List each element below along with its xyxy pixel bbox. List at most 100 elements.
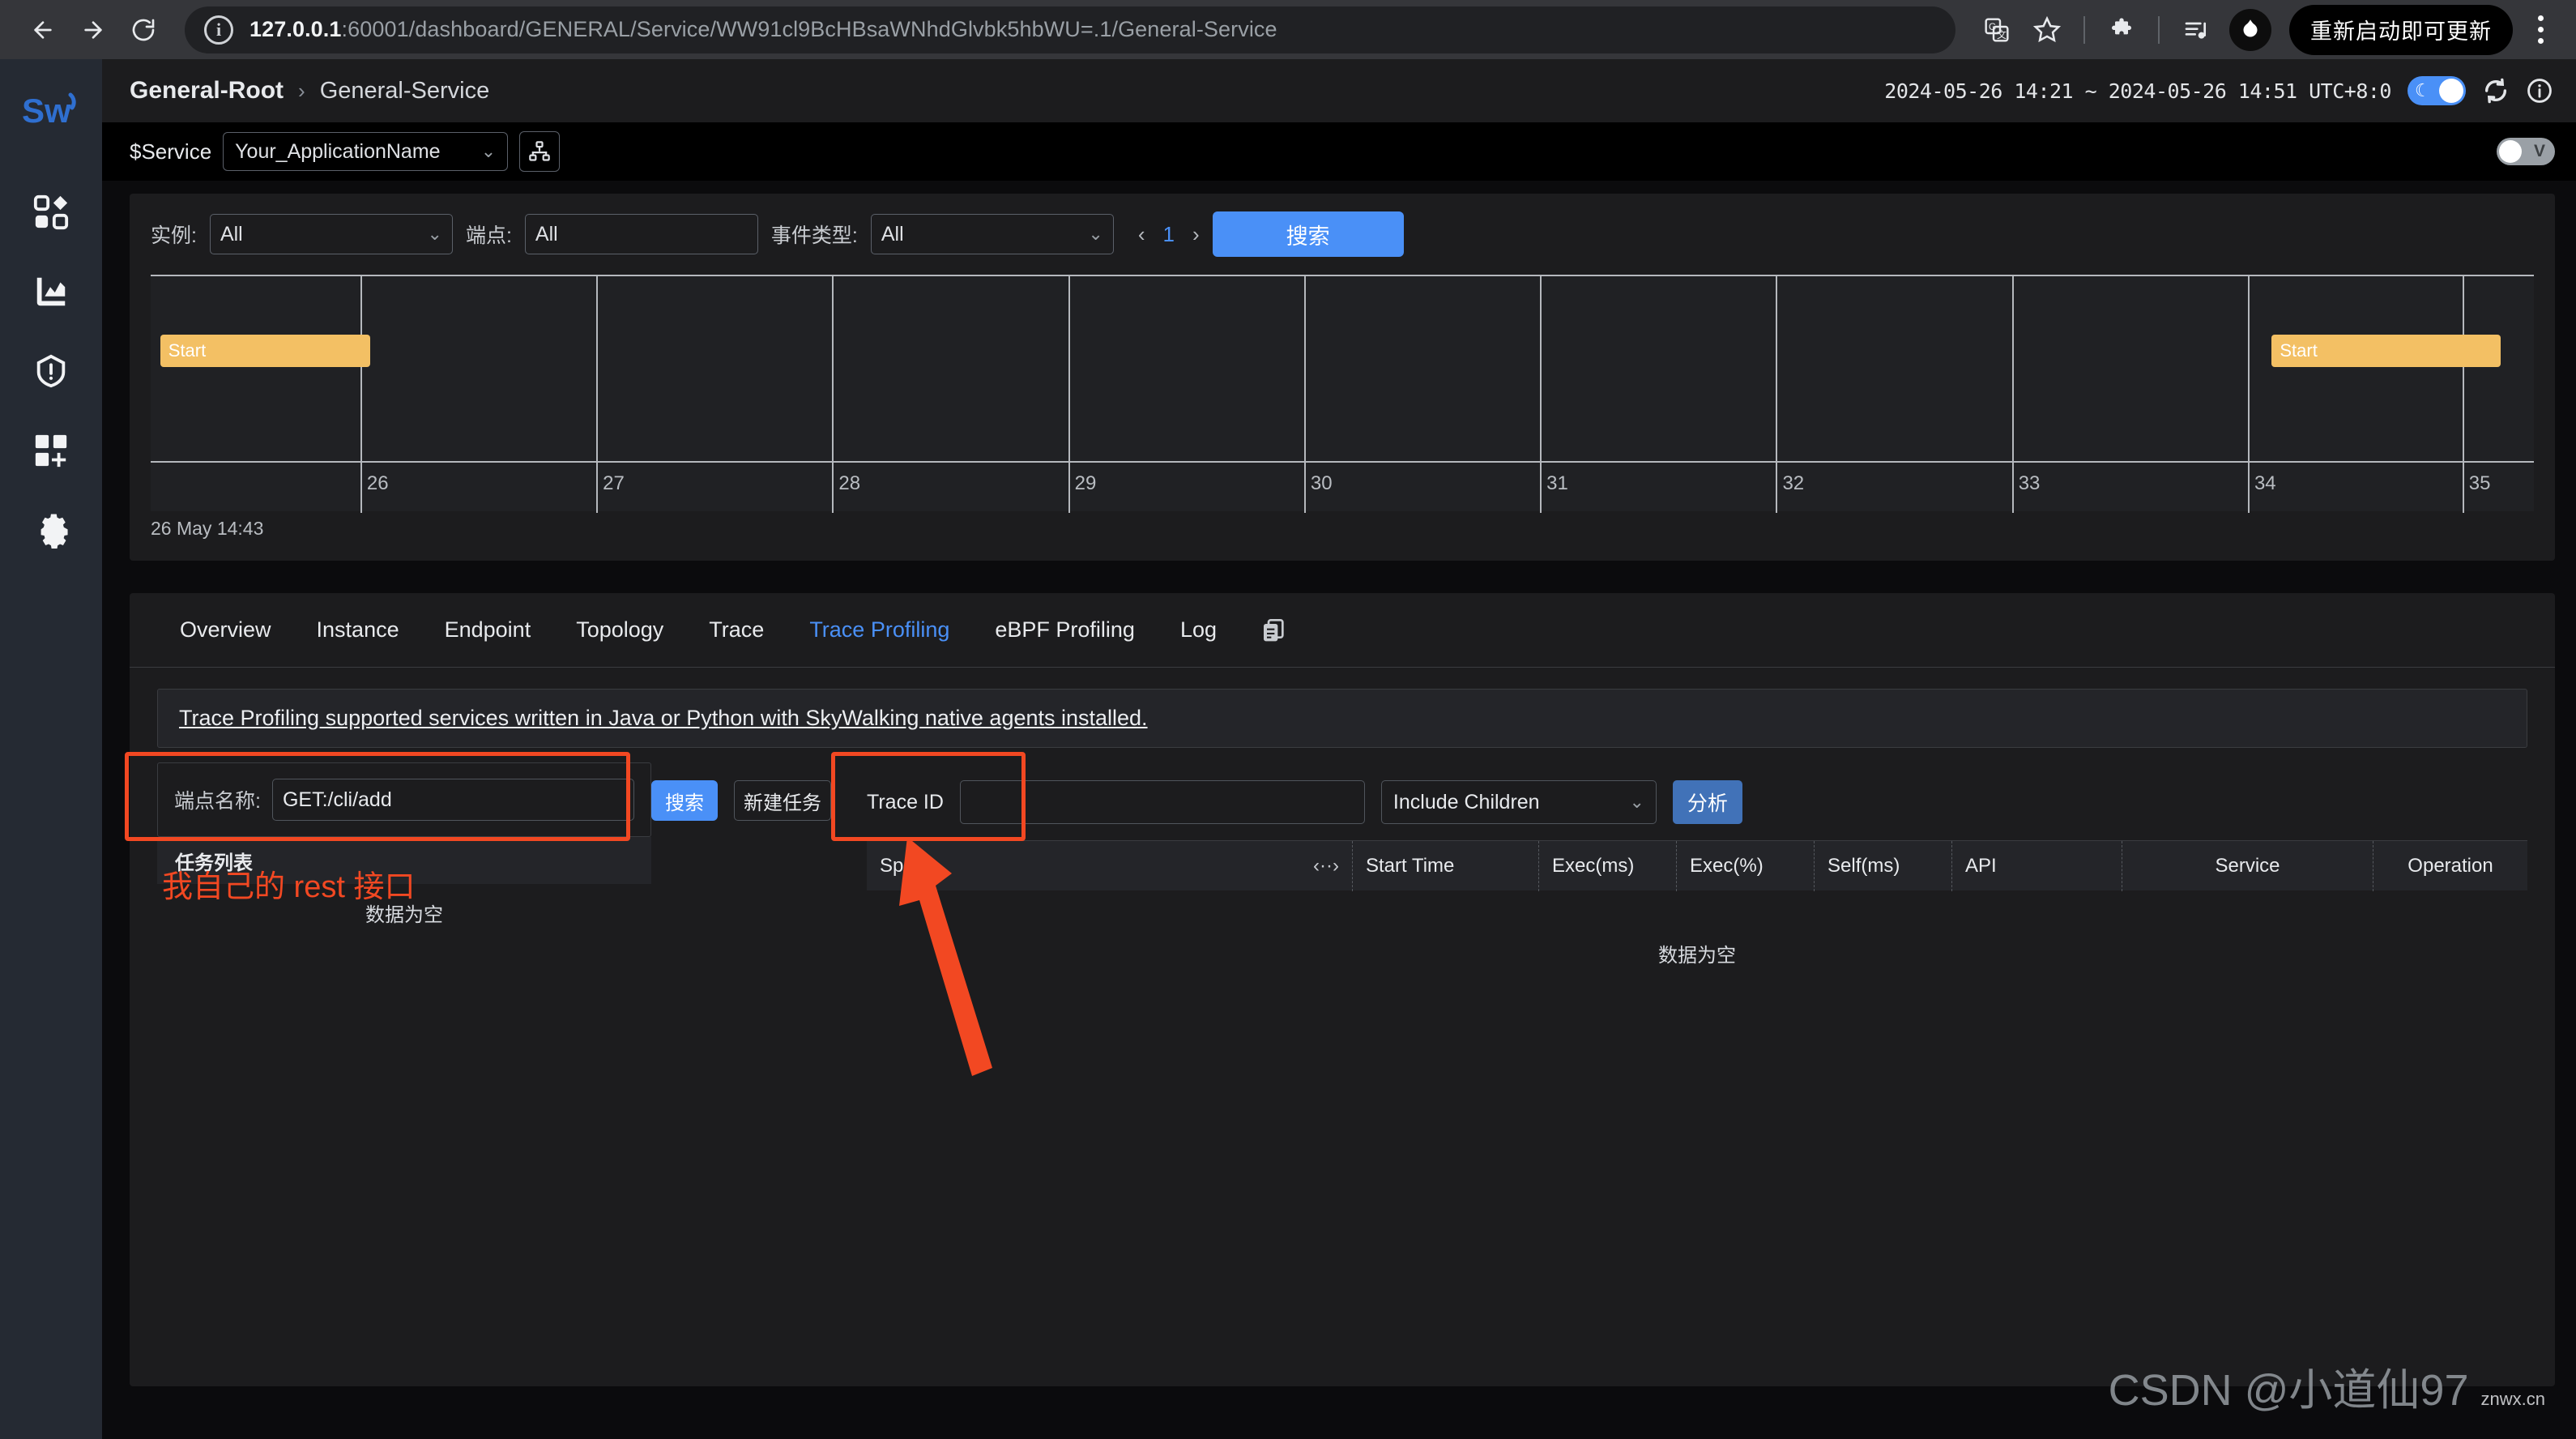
current-page[interactable]: 1 [1163, 222, 1175, 247]
svg-text:Sw: Sw [22, 92, 71, 130]
analyze-button[interactable]: 分析 [1672, 780, 1742, 824]
gantt-tick-label: 32 [1782, 472, 1805, 494]
events-search-button[interactable]: 搜索 [1212, 211, 1404, 257]
trace-id-input[interactable] [959, 780, 1365, 824]
tab-log[interactable]: Log [1158, 593, 1239, 668]
extensions-button[interactable] [2098, 6, 2145, 53]
topology-button[interactable] [519, 131, 561, 172]
service-toggle-letter: V [2533, 142, 2545, 160]
prev-page-button[interactable]: ‹ [1138, 222, 1145, 247]
breadcrumb-leaf[interactable]: General-Service [320, 78, 490, 105]
tab-topology[interactable]: Topology [553, 593, 686, 668]
info-circle-icon [2527, 79, 2552, 103]
playlist-button[interactable] [2173, 6, 2220, 53]
time-range-picker[interactable]: 2024-05-26 14:21 ~ 2024-05-26 14:51 UTC+… [1884, 79, 2391, 103]
tab-trace[interactable]: Trace [686, 593, 787, 668]
column-header-start-time[interactable]: Start Time [1353, 840, 1539, 891]
gantt-gridline [596, 276, 599, 461]
address-bar[interactable]: i 127.0.0.1:60001/dashboard/GENERAL/Serv… [185, 6, 1955, 53]
service-select-value: Your_ApplicationName [235, 139, 441, 163]
dashboard-grid-icon [33, 194, 69, 230]
endpoint-filter-select[interactable]: All [524, 214, 758, 254]
forward-arrow-icon [84, 20, 102, 39]
translate-button[interactable]: G 文 [1973, 6, 2020, 53]
tab-trace-profiling[interactable]: Trace Profiling [787, 593, 972, 668]
gantt-axis-tickline [2011, 463, 2014, 513]
profile-button[interactable] [2229, 8, 2271, 51]
gantt-gridline [360, 276, 362, 461]
instance-filter-select[interactable]: All ⌄ [209, 214, 453, 254]
column-header-self-ms[interactable]: Self(ms) [1815, 840, 1952, 891]
sidebar-item-alarm[interactable] [0, 331, 102, 411]
sidebar-item-marketplace[interactable] [0, 411, 102, 490]
update-button[interactable]: 重新启动即可更新 [2289, 4, 2513, 55]
skywalking-logo[interactable]: Sw [0, 74, 102, 148]
refresh-button[interactable] [2482, 77, 2510, 105]
chevron-down-icon: ⌄ [1088, 224, 1103, 244]
gantt-bar[interactable]: Start [2271, 335, 2501, 367]
events-panel: 实例: All ⌄ 端点: All 事件类型: All ⌄ ‹ 1 › 搜索 S… [130, 194, 2555, 561]
trace-id-row: Trace ID Include Children ⌄ 分析 [867, 762, 2527, 840]
sidebar-item-dashboard[interactable] [0, 173, 102, 252]
info-button[interactable] [2526, 77, 2553, 105]
forward-button[interactable] [68, 5, 118, 55]
tab-endpoint[interactable]: Endpoint [422, 593, 554, 668]
endpoint-filter-value: All [535, 222, 558, 246]
app-shell: Sw General-Root › General-Service 2024-0… [0, 59, 2576, 1439]
browser-actions: G 文 重新启动即可更新 [1973, 4, 2558, 55]
sidebar-item-metrics[interactable] [0, 252, 102, 331]
service-selector-group: $Service Your_ApplicationName ⌄ [130, 131, 561, 172]
browser-menu-button[interactable] [2523, 6, 2558, 54]
chevron-down-icon: ⌄ [427, 224, 442, 244]
column-header-label: Start Time [1366, 854, 1455, 877]
column-header-operation[interactable]: Operation [2373, 841, 2527, 891]
tab-ebpf-profiling[interactable]: eBPF Profiling [972, 593, 1158, 668]
column-header-label: API [1965, 854, 1997, 877]
update-label: 重新启动即可更新 [2310, 19, 2492, 44]
chart-area-icon [36, 277, 66, 306]
tab-bar: Overview Instance Endpoint Topology Trace Tra… [130, 593, 2555, 668]
notice-wrap: Trace Profiling supported services writt… [130, 668, 2555, 748]
kebab-dot-1 [2537, 15, 2544, 21]
service-variable-label: $Service [130, 139, 212, 164]
tab-overview[interactable]: Overview [157, 593, 294, 668]
endpoint-search-box: 端点名称: [157, 762, 651, 837]
service-select[interactable]: Your_ApplicationName ⌄ [223, 132, 509, 171]
copy-tabs-button[interactable] [1239, 617, 1307, 644]
gantt-bar[interactable]: Start [160, 335, 370, 367]
service-view-toggle[interactable]: V [2497, 138, 2555, 165]
next-page-button[interactable]: › [1192, 222, 1200, 247]
column-header-exec[interactable]: Exec(%) [1677, 840, 1815, 891]
back-button[interactable] [18, 5, 68, 55]
event-type-filter-select[interactable]: All ⌄ [870, 214, 1114, 254]
gantt-tick-label: 31 [1546, 472, 1568, 494]
include-children-select[interactable]: Include Children ⌄ [1380, 780, 1657, 824]
sw-logo-icon: Sw [22, 92, 76, 130]
sidebar-item-settings[interactable] [0, 490, 102, 570]
browser-toolbar: i 127.0.0.1:60001/dashboard/GENERAL/Serv… [0, 0, 2576, 59]
endpoint-search-button[interactable]: 搜索 [651, 780, 718, 821]
theme-toggle[interactable]: ☾ [2408, 76, 2466, 105]
site-info-icon[interactable]: i [204, 15, 233, 45]
task-list-empty-text: 数据为空 [365, 904, 443, 926]
tab-instance[interactable]: Instance [294, 593, 422, 668]
url-host: 127.0.0.1 [249, 17, 342, 41]
breadcrumb-root[interactable]: General-Root [130, 77, 284, 105]
column-resize-icon[interactable]: ‹··› [1313, 855, 1339, 877]
trace-detail-column: Trace ID Include Children ⌄ 分析 Span ‹··› S… [867, 762, 2527, 1386]
column-header-exec-ms[interactable]: Exec(ms) [1539, 840, 1677, 891]
column-header-span[interactable]: Span ‹··› [867, 840, 1353, 891]
bookmark-button[interactable] [2024, 6, 2071, 53]
column-header-api[interactable]: API [1952, 840, 2122, 891]
gantt-bar-label: Start [2280, 340, 2318, 361]
reload-button[interactable] [118, 5, 168, 55]
endpoint-actions: 搜索 新建任务 [651, 762, 867, 1386]
event-type-filter-label: 事件类型: [770, 224, 858, 247]
gantt-gridline [1540, 276, 1542, 461]
column-header-service[interactable]: Service [2122, 840, 2373, 891]
new-task-button[interactable]: 新建任务 [734, 780, 831, 821]
column-header-label: Exec(ms) [1552, 854, 1635, 877]
endpoint-name-input[interactable] [271, 779, 634, 821]
profile-avatar-icon [2243, 19, 2258, 36]
gantt-tick-label: 26 [366, 472, 389, 494]
